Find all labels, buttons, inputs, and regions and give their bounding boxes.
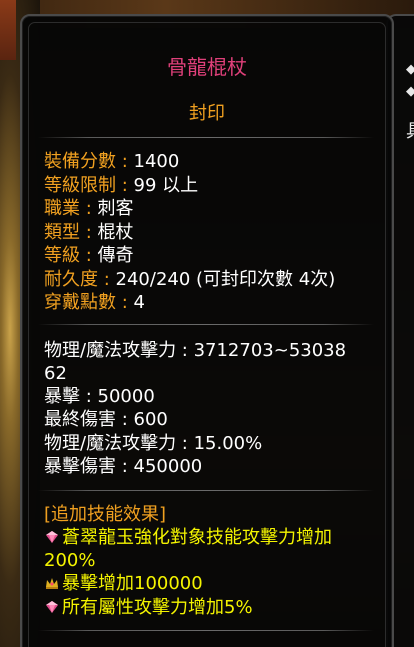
info-row-class: 職業 : 刺客 bbox=[44, 197, 134, 220]
game-scene: ◆ ◆ 具 骨龍棍杖 封印 裝備分數 : 1400 等級限制 : 99 以上 職… bbox=[0, 0, 414, 647]
info-value: 棍杖 bbox=[91, 222, 134, 243]
info-value: 240/240 (可封印次數 4次) bbox=[109, 269, 336, 290]
skill-effect-text: 所有屬性攻擊力增加5% bbox=[62, 597, 253, 618]
info-label: 職業 : bbox=[44, 198, 92, 219]
info-value: 傳奇 bbox=[91, 245, 134, 266]
info-label: 耐久度 : bbox=[44, 269, 110, 290]
skill-effects-header: [追加技能效果] bbox=[44, 504, 167, 525]
stat-line: 暴擊 : 50000 bbox=[44, 386, 155, 407]
skill-effect-line: 暴擊增加100000 bbox=[44, 572, 203, 595]
pink-gem-icon bbox=[46, 531, 58, 543]
stat-line: 暴擊傷害 : 450000 bbox=[44, 456, 203, 477]
info-row-score: 裝備分數 : 1400 bbox=[44, 150, 179, 173]
info-row-wear-points: 穿戴點數 : 4 bbox=[44, 291, 145, 314]
divider bbox=[38, 324, 374, 325]
skill-effect-text: 蒼翠龍玉強化對象技能攻擊力增加 bbox=[62, 527, 332, 548]
stat-line: 62 bbox=[44, 363, 67, 384]
info-label: 裝備分數 : bbox=[44, 151, 128, 172]
stat-line: 物理/魔法攻擊力 : 3712703~53038 bbox=[44, 340, 347, 361]
divider bbox=[38, 137, 374, 138]
stat-line: 物理/魔法攻擊力 : 15.00% bbox=[44, 433, 263, 454]
skill-effect-line: 蒼翠龍玉強化對象技能攻擊力增加 bbox=[44, 526, 332, 549]
info-value: 99 以上 bbox=[127, 175, 199, 196]
info-label: 等級限制 : bbox=[44, 175, 128, 196]
info-label: 等級 : bbox=[44, 245, 92, 266]
adjacent-bullet-1: ◆ bbox=[406, 62, 414, 77]
adjacent-text: 具 bbox=[406, 117, 414, 143]
skill-effect-line: 所有屬性攻擊力增加5% bbox=[44, 596, 253, 619]
info-row-level-req: 等級限制 : 99 以上 bbox=[44, 174, 198, 197]
info-label: 類型 : bbox=[44, 222, 92, 243]
divider bbox=[38, 490, 374, 491]
crown-gem-icon bbox=[46, 578, 58, 589]
info-value: 刺客 bbox=[91, 198, 134, 219]
skill-effect-line: 200% bbox=[44, 549, 95, 572]
info-value: 4 bbox=[127, 292, 145, 313]
info-row-grade: 等級 : 傳奇 bbox=[44, 244, 134, 267]
background-corner bbox=[0, 0, 16, 60]
stat-line: 最終傷害 : 600 bbox=[44, 409, 168, 430]
pink-gem-icon bbox=[46, 601, 58, 613]
skill-effect-text: 暴擊增加100000 bbox=[62, 573, 203, 594]
item-name: 骨龍棍杖 bbox=[167, 55, 247, 79]
divider bbox=[38, 630, 374, 631]
skill-effect-text: 200% bbox=[44, 550, 96, 571]
info-value: 1400 bbox=[127, 151, 180, 172]
info-row-durability: 耐久度 : 240/240 (可封印次數 4次) bbox=[44, 268, 335, 291]
info-row-type: 類型 : 棍杖 bbox=[44, 221, 134, 244]
adjacent-bullet-2: ◆ bbox=[406, 84, 414, 99]
info-label: 穿戴點數 : bbox=[44, 292, 128, 313]
item-status: 封印 bbox=[189, 103, 225, 124]
